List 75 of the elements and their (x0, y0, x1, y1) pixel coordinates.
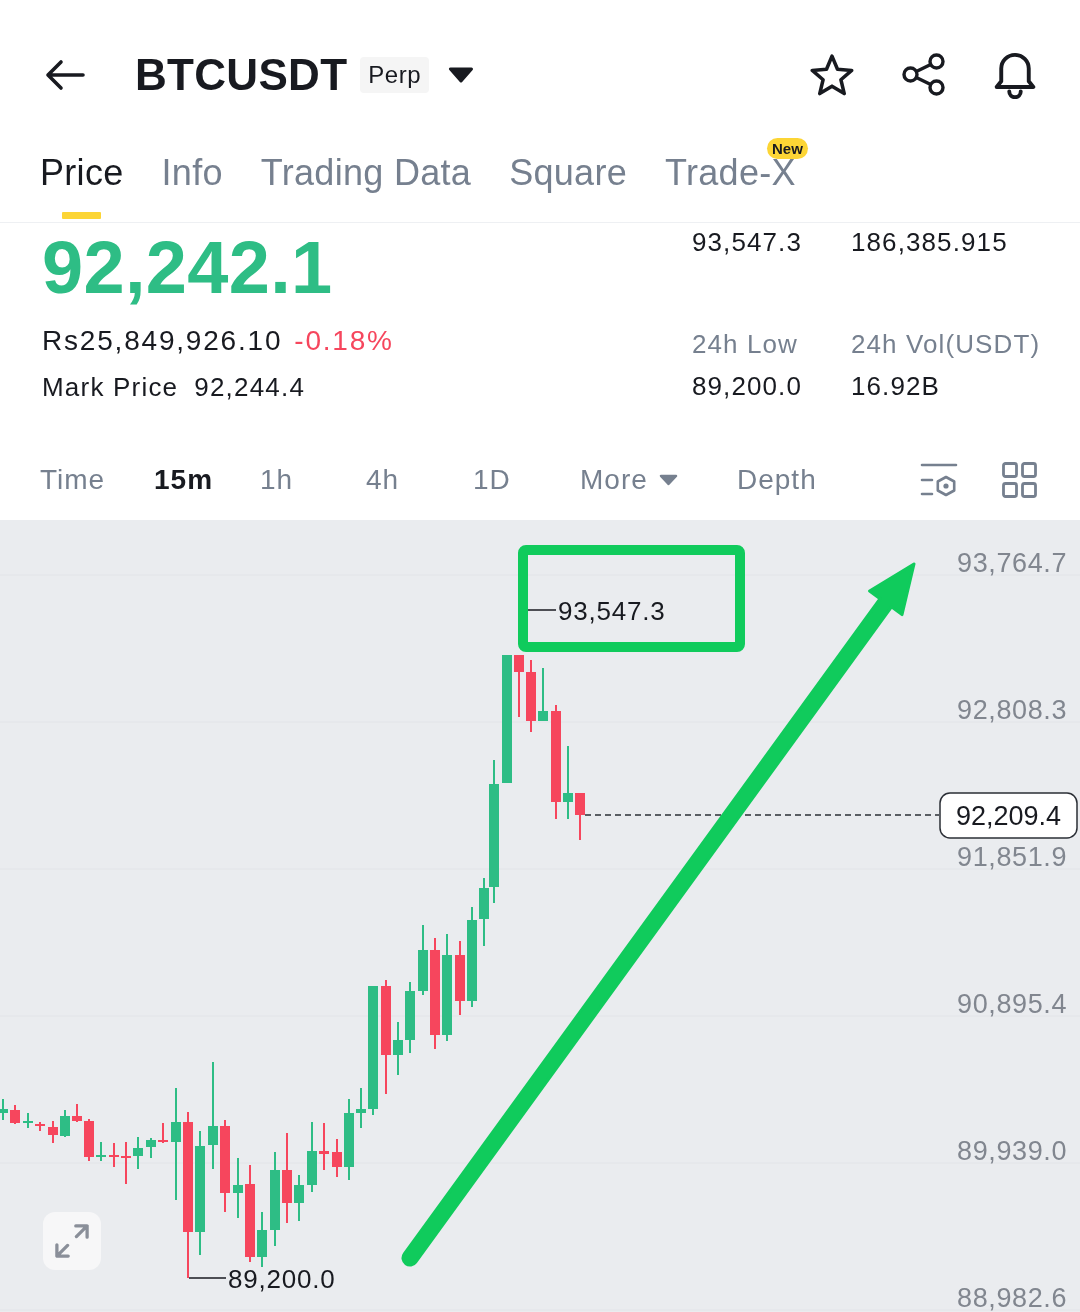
stat-label: 24h Vol(USDT) (851, 327, 1041, 360)
mark-price-value: 92,244.4 (194, 371, 306, 403)
tab[interactable]: Trading Data (260, 150, 472, 191)
candle (575, 793, 585, 840)
tab[interactable]: Info (161, 150, 223, 191)
leader-line (188, 1277, 227, 1279)
price-scale-label: 91,851.9 (957, 842, 1067, 872)
interval-option[interactable]: Depth (737, 463, 817, 497)
price-scale-label: 92,808.3 (957, 695, 1067, 725)
candle (538, 668, 548, 721)
stat-value: 93,547.3 (692, 226, 802, 258)
stat-value: 186,385.915 (851, 226, 1008, 258)
candle (146, 1138, 156, 1158)
candle (526, 660, 536, 732)
last-price-tag: 92,209.4 (939, 792, 1078, 839)
candle (514, 655, 524, 717)
stat-value: 89,200.0 (692, 369, 802, 402)
bell-icon[interactable] (994, 51, 1036, 99)
leader-line (527, 609, 557, 611)
candle (48, 1121, 58, 1143)
stat-label: 24h Low (692, 327, 798, 360)
caret-down-icon[interactable] (448, 67, 474, 83)
high-price-label: 93,547.3 (558, 596, 666, 626)
last-price: 92,242.1 (42, 231, 334, 305)
interval-option[interactable]: 1D (473, 463, 511, 497)
candle (356, 1088, 366, 1128)
back-icon[interactable] (45, 59, 85, 91)
stat-value: 16.92B (851, 369, 940, 402)
price-scale-label: 88,982.6 (957, 1283, 1067, 1312)
interval-option[interactable]: 1h (260, 463, 294, 497)
candle (84, 1119, 94, 1161)
candle (10, 1105, 20, 1124)
more-dropdown[interactable]: More (580, 463, 678, 497)
new-badge: New (767, 138, 808, 159)
candle (307, 1122, 317, 1192)
price-scale-label: 89,939.0 (957, 1136, 1067, 1166)
candle (418, 925, 428, 995)
candle (319, 1123, 329, 1170)
candle (257, 1212, 267, 1267)
local-currency-price: Rs25,849,926.10 (42, 324, 283, 358)
candle (60, 1110, 70, 1137)
candle (121, 1142, 131, 1184)
candle (158, 1123, 168, 1143)
candle (233, 1158, 243, 1218)
interval-option[interactable]: 15m (154, 463, 214, 497)
chart-settings-icon[interactable] (920, 462, 958, 498)
candle (133, 1137, 143, 1169)
tab[interactable]: Square (509, 150, 628, 191)
price-change-percent: -0.18% (294, 324, 394, 358)
tab[interactable]: Price (40, 150, 124, 219)
low-price-label: 89,200.0 (228, 1264, 336, 1294)
share-icon[interactable] (902, 53, 946, 97)
star-icon[interactable] (810, 54, 854, 96)
active-tab-indicator (62, 212, 102, 219)
candle (96, 1142, 106, 1161)
mark-price-label: Mark Price (42, 371, 179, 403)
candle (72, 1104, 82, 1122)
candle (294, 1175, 304, 1221)
candle (109, 1143, 119, 1167)
interval-option[interactable]: Time (40, 463, 106, 497)
price-scale-label: 93,764.7 (957, 548, 1067, 578)
expand-icon (55, 1224, 89, 1258)
interval-option[interactable]: 4h (366, 463, 400, 497)
candle (393, 1022, 403, 1075)
contract-tag: Perp (360, 57, 429, 93)
grid-layout-icon[interactable] (1002, 462, 1037, 498)
symbol-title[interactable]: BTCUSDT (135, 50, 348, 100)
candle (405, 982, 415, 1053)
caret-down-icon (658, 474, 678, 486)
expand-button[interactable] (43, 1212, 101, 1270)
price-scale-label: 90,895.4 (957, 989, 1067, 1019)
candle (35, 1122, 45, 1131)
candle (332, 1139, 342, 1177)
candle (0, 1099, 8, 1120)
candle (23, 1113, 33, 1128)
